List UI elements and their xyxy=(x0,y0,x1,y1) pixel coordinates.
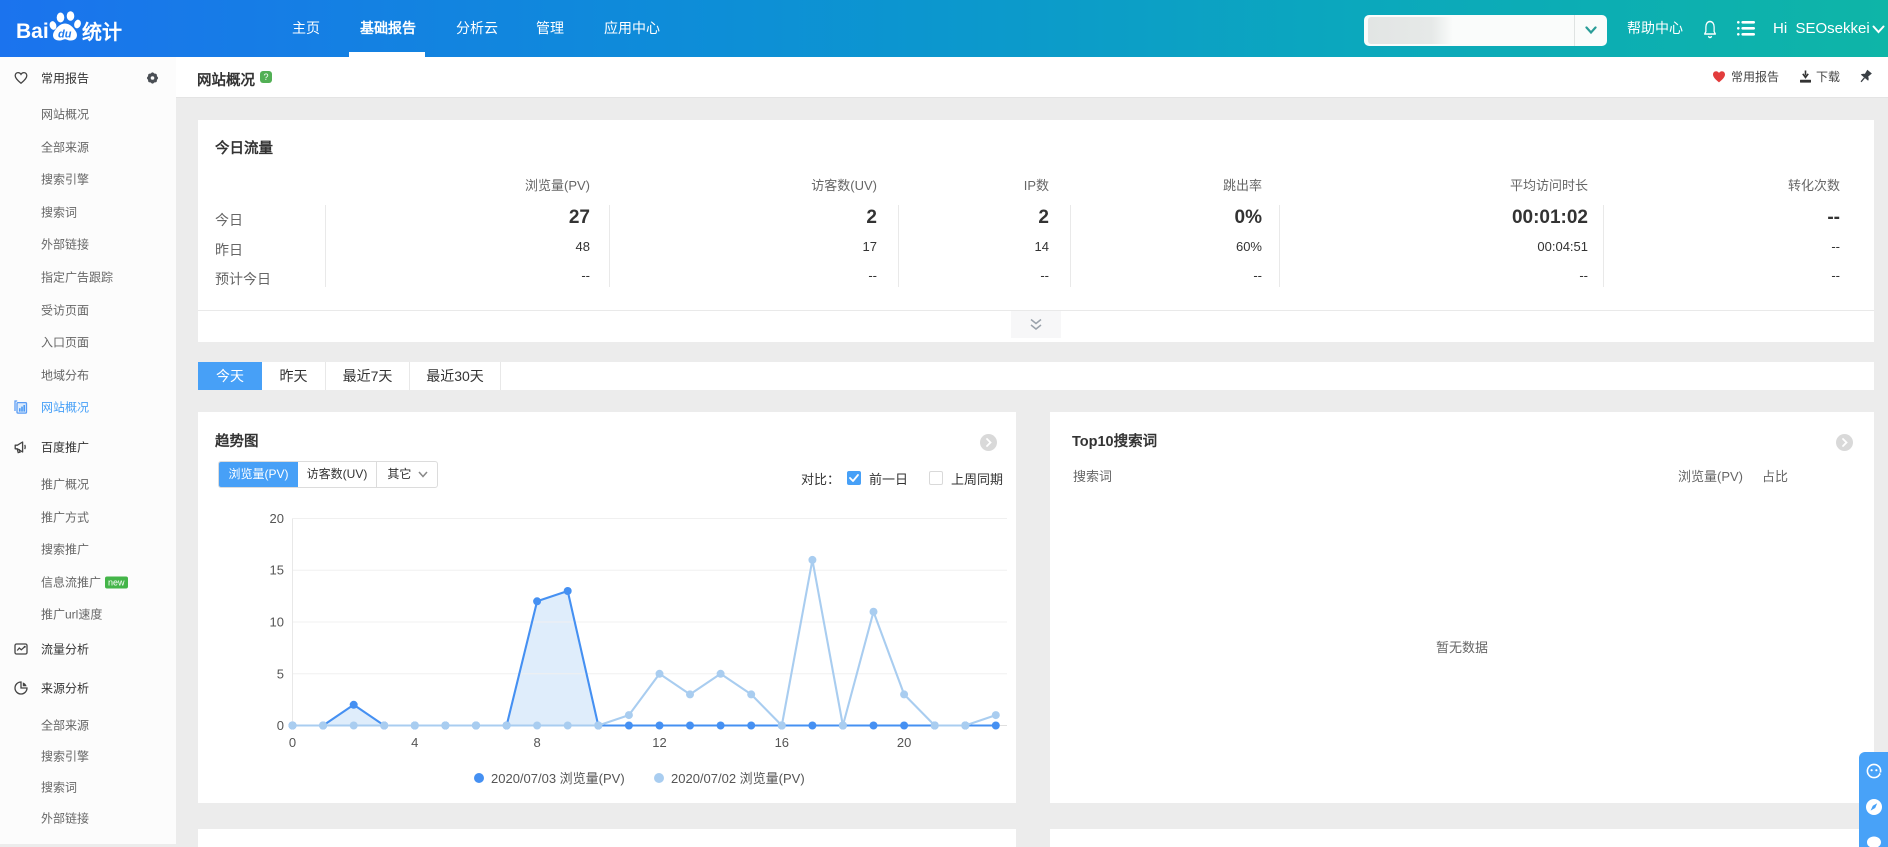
svg-text:20: 20 xyxy=(270,511,284,526)
svg-text:4: 4 xyxy=(411,735,418,750)
svg-text:0: 0 xyxy=(289,735,296,750)
svg-text:统计: 统计 xyxy=(82,20,122,44)
svg-text:10: 10 xyxy=(270,615,284,630)
svg-text:0: 0 xyxy=(277,718,284,733)
svg-text:8: 8 xyxy=(533,735,540,750)
svg-text:16: 16 xyxy=(775,735,789,750)
svg-text:20: 20 xyxy=(897,735,911,750)
svg-text:12: 12 xyxy=(652,735,666,750)
svg-text:15: 15 xyxy=(270,563,284,578)
svg-text:5: 5 xyxy=(277,666,284,681)
svg-text:2020/07/03 浏览量(PV): 2020/07/03 浏览量(PV) xyxy=(491,771,625,786)
svg-text:du: du xyxy=(58,29,72,41)
svg-text:2020/07/02 浏览量(PV): 2020/07/02 浏览量(PV) xyxy=(671,771,805,786)
svg-text:Bai: Bai xyxy=(16,20,49,43)
